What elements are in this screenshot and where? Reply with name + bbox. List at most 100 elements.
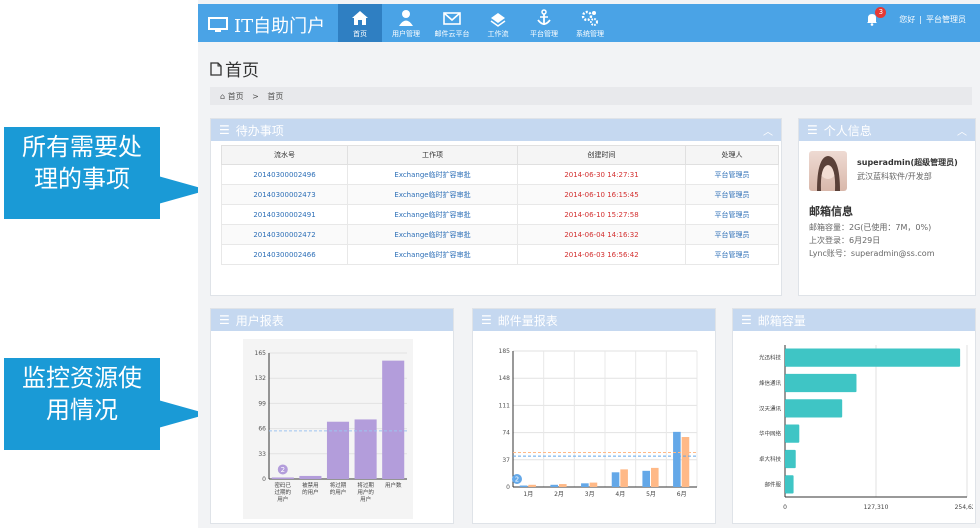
x-tick-label: 127,310 — [864, 504, 889, 511]
x-tick-label: 用户的 — [357, 488, 374, 496]
y-tick-label: 0 — [506, 484, 510, 491]
nav-mail-label: 邮件云平台 — [434, 30, 470, 38]
bar — [382, 360, 405, 479]
bar — [559, 484, 567, 487]
work-item-cell[interactable]: Exchange临时扩容审批 — [347, 204, 518, 225]
todo-callout-line2: 理的事项 — [34, 165, 130, 193]
breadcrumb-home-icon: ⌂ — [220, 92, 226, 101]
y-tick-label: 卓大科技 — [759, 455, 782, 463]
nav-platform[interactable]: 平台管理 — [522, 4, 566, 42]
last-login: 上次登录：6月29日 — [809, 236, 881, 245]
menu-icon: ☰ — [481, 313, 492, 327]
x-tick-label: 被禁用 — [302, 481, 319, 489]
todo-table-header: 流水号 工作项 创建时间 处理人 — [221, 145, 779, 165]
separator: | — [919, 14, 922, 24]
nav-users[interactable]: 用户管理 — [384, 4, 428, 42]
x-tick-label: 过期的 — [275, 488, 292, 496]
page-title: 首页 — [210, 56, 259, 81]
serial-cell[interactable]: 20140300002466 — [221, 244, 348, 265]
work-item-cell[interactable]: Exchange临时扩容审批 — [347, 224, 518, 245]
y-tick-label: 111 — [499, 402, 511, 409]
todo-callout: 所有需要处 理的事项 — [4, 127, 160, 219]
todo-panel: ☰ 待办事项 ︿ 流水号 工作项 创建时间 处理人 20140300002496… — [210, 118, 782, 296]
col-serial[interactable]: 流水号 — [221, 145, 348, 165]
gears-icon — [581, 10, 598, 26]
mailbox-title: 邮箱容量 — [757, 313, 806, 328]
serial-cell[interactable]: 20140300002473 — [221, 184, 348, 205]
profile-panel: ☰ 个人信息 ︿ superadmin(超级管理员) 武汉蓝科软件/开发部 邮箱… — [798, 118, 976, 296]
handler-cell[interactable]: 平台管理员 — [685, 224, 779, 245]
nav-workflow-label: 工作流 — [487, 30, 509, 38]
y-tick-label: 185 — [499, 348, 511, 355]
chevron-up-icon[interactable]: ︿ — [957, 123, 967, 138]
mail-report-panel: ☰ 邮件量报表 0 37 74 111 148 185 1月 2月 3月 4月 5月 6月 2 — [472, 308, 716, 524]
work-item-cell[interactable]: Exchange临时扩容审批 — [347, 184, 518, 205]
serial-cell[interactable]: 20140300002491 — [221, 204, 348, 225]
value-bubble-label: 2 — [281, 466, 285, 474]
top-navbar: IT自助门户 首页 用户管理 邮件云平台 工作流 平台管理 系统管理 3 您好 … — [198, 4, 980, 42]
monitor-callout-line1: 监控资源使 — [22, 364, 142, 392]
nav-home-label: 首页 — [353, 30, 367, 38]
col-created[interactable]: 创建时间 — [517, 145, 686, 165]
serial-cell[interactable]: 20140300002496 — [221, 164, 348, 185]
created-cell: 2014-06-10 15:27:58 — [517, 204, 686, 225]
y-tick-label: 99 — [258, 400, 266, 407]
bar — [785, 424, 800, 443]
menu-icon: ☰ — [741, 313, 752, 327]
work-item-cell[interactable]: Exchange临时扩容审批 — [347, 244, 518, 265]
nav-mail-cloud[interactable]: 邮件云平台 — [430, 4, 474, 42]
todo-panel-title: 待办事项 — [235, 123, 284, 138]
bar — [589, 482, 598, 487]
handler-cell[interactable]: 平台管理员 — [685, 164, 779, 185]
value-bubble-label: 2 — [515, 476, 519, 484]
x-tick-label: 的用户 — [330, 488, 347, 496]
y-tick-label: 汉天通讯 — [759, 404, 782, 412]
mailbox-chart: 0 127,310 254,620 光迅科技烽信通讯汉天通讯华中网络卓大科技邮件服 — [759, 345, 973, 511]
x-tick-label: 0 — [783, 504, 787, 511]
bar — [550, 484, 558, 487]
page-title-text: 首页 — [225, 61, 259, 81]
table-row[interactable]: 20140300002491 Exchange临时扩容审批 2014-06-10… — [221, 204, 779, 225]
x-tick-label: 的用户 — [302, 488, 319, 496]
bar — [620, 469, 628, 487]
y-tick-label: 33 — [258, 451, 266, 458]
avatar[interactable] — [809, 151, 847, 191]
nav-workflow[interactable]: 工作流 — [476, 4, 520, 42]
work-item-cell[interactable]: Exchange临时扩容审批 — [347, 164, 518, 185]
notification-button[interactable]: 3 — [865, 7, 887, 26]
document-icon — [210, 61, 222, 76]
brand[interactable]: IT自助门户 — [208, 12, 325, 38]
handler-cell[interactable]: 平台管理员 — [685, 244, 779, 265]
nav-users-label: 用户管理 — [392, 30, 420, 38]
nav-home[interactable]: 首页 — [338, 4, 382, 42]
bar — [326, 421, 350, 479]
todo-table: 流水号 工作项 创建时间 处理人 20140300002496 Exchange… — [221, 145, 779, 265]
y-tick-label: 74 — [502, 430, 510, 437]
current-user-link[interactable]: 平台管理员 — [926, 14, 966, 25]
mail-report-chart: 0 37 74 111 148 185 1月 2月 3月 4月 5月 6月 2 — [499, 348, 698, 498]
app-window: IT自助门户 首页 用户管理 邮件云平台 工作流 平台管理 系统管理 3 您好 … — [198, 0, 980, 528]
table-row[interactable]: 20140300002473 Exchange临时扩容审批 2014-06-10… — [221, 184, 779, 205]
col-handler[interactable]: 处理人 — [685, 145, 779, 165]
serial-cell[interactable]: 20140300002472 — [221, 224, 348, 245]
table-row[interactable]: 20140300002466 Exchange临时扩容审批 2014-06-03… — [221, 244, 779, 265]
handler-cell[interactable]: 平台管理员 — [685, 204, 779, 225]
nav-system[interactable]: 系统管理 — [568, 4, 612, 42]
col-work-item[interactable]: 工作项 — [347, 145, 518, 165]
greeting: 您好 — [899, 14, 916, 24]
monitor-callout-line2: 用情况 — [46, 396, 118, 424]
x-tick-label: 6月 — [677, 491, 687, 498]
avatar-image — [817, 156, 840, 191]
mail-icon — [443, 12, 461, 25]
handler-cell[interactable]: 平台管理员 — [685, 184, 779, 205]
chevron-up-icon[interactable]: ︿ — [763, 123, 773, 138]
user-report-chart: 0336699132165密码已过期的用户被禁用的用户将过期的用户将过期用户的用… — [243, 339, 413, 519]
breadcrumb-home[interactable]: 首页 — [228, 92, 244, 101]
table-row[interactable]: 20140300002496 Exchange临时扩容审批 2014-06-30… — [221, 164, 779, 185]
bar — [785, 449, 796, 469]
table-row[interactable]: 20140300002472 Exchange临时扩容审批 2014-06-04… — [221, 224, 779, 245]
y-tick-label: 148 — [499, 375, 511, 382]
y-tick-label: 66 — [258, 426, 266, 433]
main-nav: 首页 用户管理 邮件云平台 工作流 平台管理 系统管理 — [338, 4, 614, 42]
bar — [785, 348, 961, 367]
